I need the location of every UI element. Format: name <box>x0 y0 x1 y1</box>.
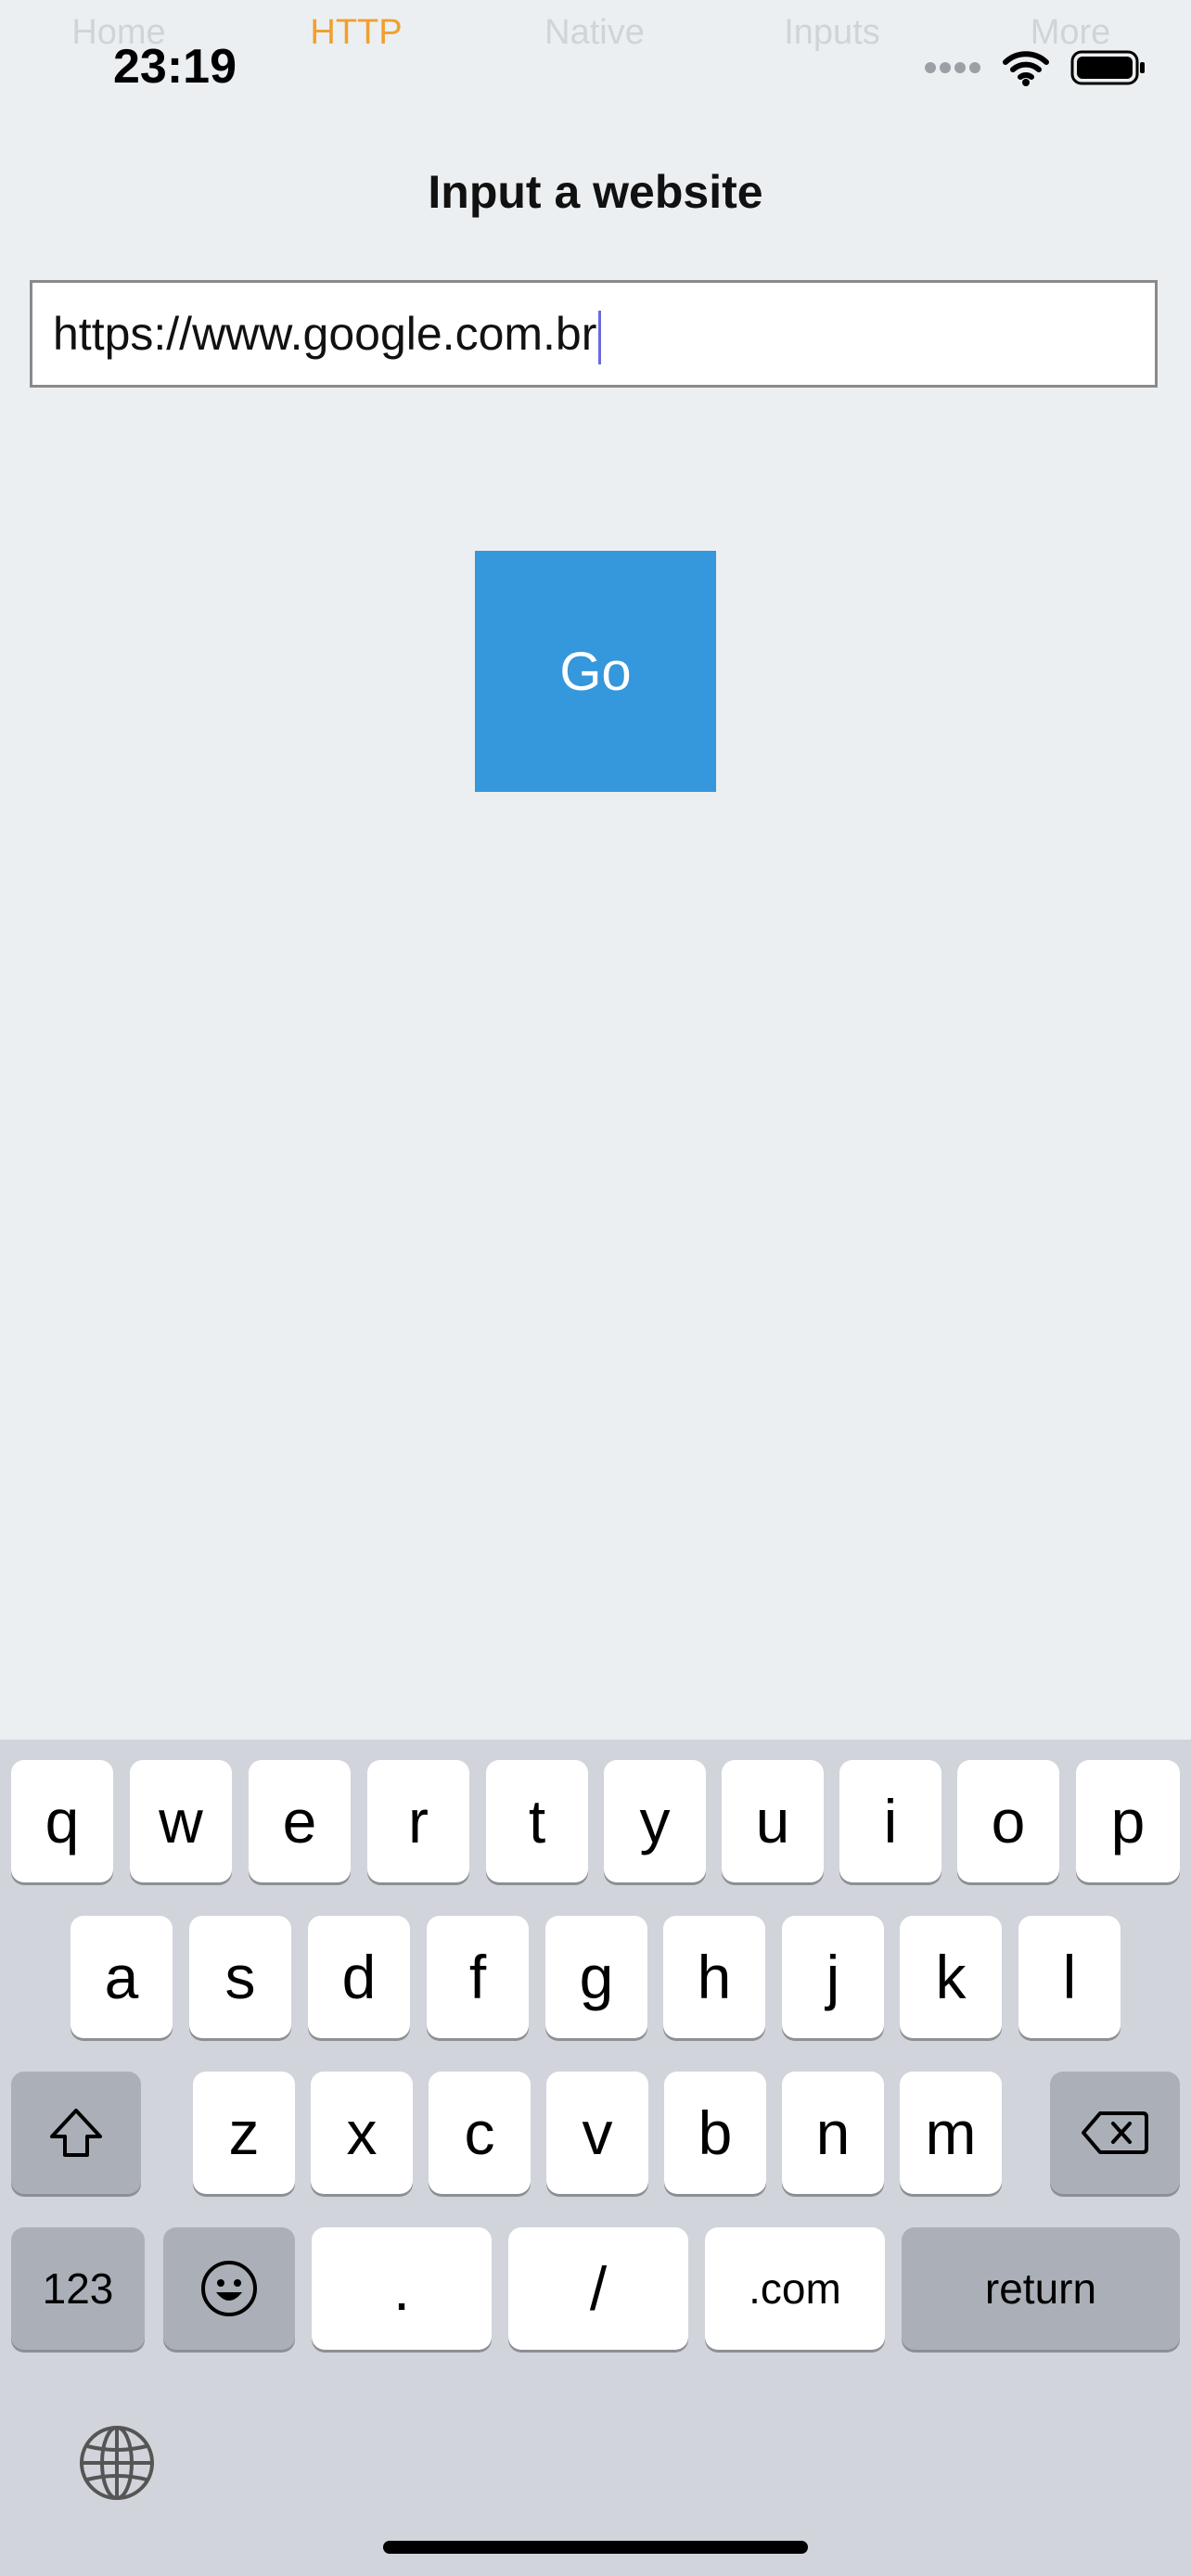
url-input[interactable]: https://www.google.com.br <box>30 280 1158 388</box>
key-y[interactable]: y <box>604 1760 706 1882</box>
key-f[interactable]: f <box>427 1916 529 2038</box>
key-b[interactable]: b <box>664 2072 766 2194</box>
keyboard: q w e r t y u i o p a s d f g h j k l z … <box>0 1740 1191 2576</box>
battery-icon <box>1070 50 1145 85</box>
key-r[interactable]: r <box>367 1760 469 1882</box>
key-n[interactable]: n <box>782 2072 884 2194</box>
key-x[interactable]: x <box>311 2072 413 2194</box>
signal-dots-icon <box>925 62 980 73</box>
key-i[interactable]: i <box>839 1760 941 1882</box>
key-l[interactable]: l <box>1018 1916 1121 2038</box>
status-time: 23:19 <box>113 40 237 94</box>
key-m[interactable]: m <box>900 2072 1002 2194</box>
key-t[interactable]: t <box>486 1760 588 1882</box>
key-u[interactable]: u <box>722 1760 824 1882</box>
key-j[interactable]: j <box>782 1916 884 2038</box>
key-h[interactable]: h <box>663 1916 765 2038</box>
tab-inputs[interactable]: Inputs <box>784 13 880 53</box>
tab-http[interactable]: HTTP <box>310 13 402 53</box>
globe-key[interactable] <box>78 2424 156 2502</box>
key-w[interactable]: w <box>130 1760 232 1882</box>
globe-icon <box>80 2426 154 2500</box>
key-q[interactable]: q <box>11 1760 113 1882</box>
home-indicator <box>383 2541 808 2554</box>
return-key[interactable]: return <box>902 2227 1180 2350</box>
backspace-icon <box>1082 2111 1148 2154</box>
wifi-icon <box>1003 51 1049 86</box>
go-button-label: Go <box>559 641 632 702</box>
key-c[interactable]: c <box>429 2072 531 2194</box>
status-icons <box>924 45 1146 91</box>
dot-key[interactable]: . <box>312 2227 492 2350</box>
text-caret <box>598 310 602 364</box>
page-title: Input a website <box>428 166 763 218</box>
key-s[interactable]: s <box>189 1916 291 2038</box>
key-d[interactable]: d <box>308 1916 410 2038</box>
tab-native[interactable]: Native <box>544 13 645 53</box>
slash-key[interactable]: / <box>508 2227 688 2350</box>
key-v[interactable]: v <box>546 2072 648 2194</box>
emoji-icon <box>201 2261 257 2316</box>
backspace-key[interactable] <box>1050 2072 1180 2194</box>
go-button[interactable]: Go <box>475 551 716 792</box>
dotcom-key[interactable]: .com <box>705 2227 885 2350</box>
key-a[interactable]: a <box>70 1916 173 2038</box>
numbers-key[interactable]: 123 <box>11 2227 145 2350</box>
shift-key[interactable] <box>11 2072 141 2194</box>
url-input-value: https://www.google.com.br <box>53 308 597 360</box>
key-e[interactable]: e <box>249 1760 351 1882</box>
shift-arrow-icon <box>50 2109 102 2157</box>
key-p[interactable]: p <box>1076 1760 1180 1882</box>
key-z[interactable]: z <box>193 2072 295 2194</box>
key-k[interactable]: k <box>900 1916 1002 2038</box>
emoji-key[interactable] <box>163 2227 295 2350</box>
key-g[interactable]: g <box>545 1916 647 2038</box>
key-o[interactable]: o <box>957 1760 1059 1882</box>
